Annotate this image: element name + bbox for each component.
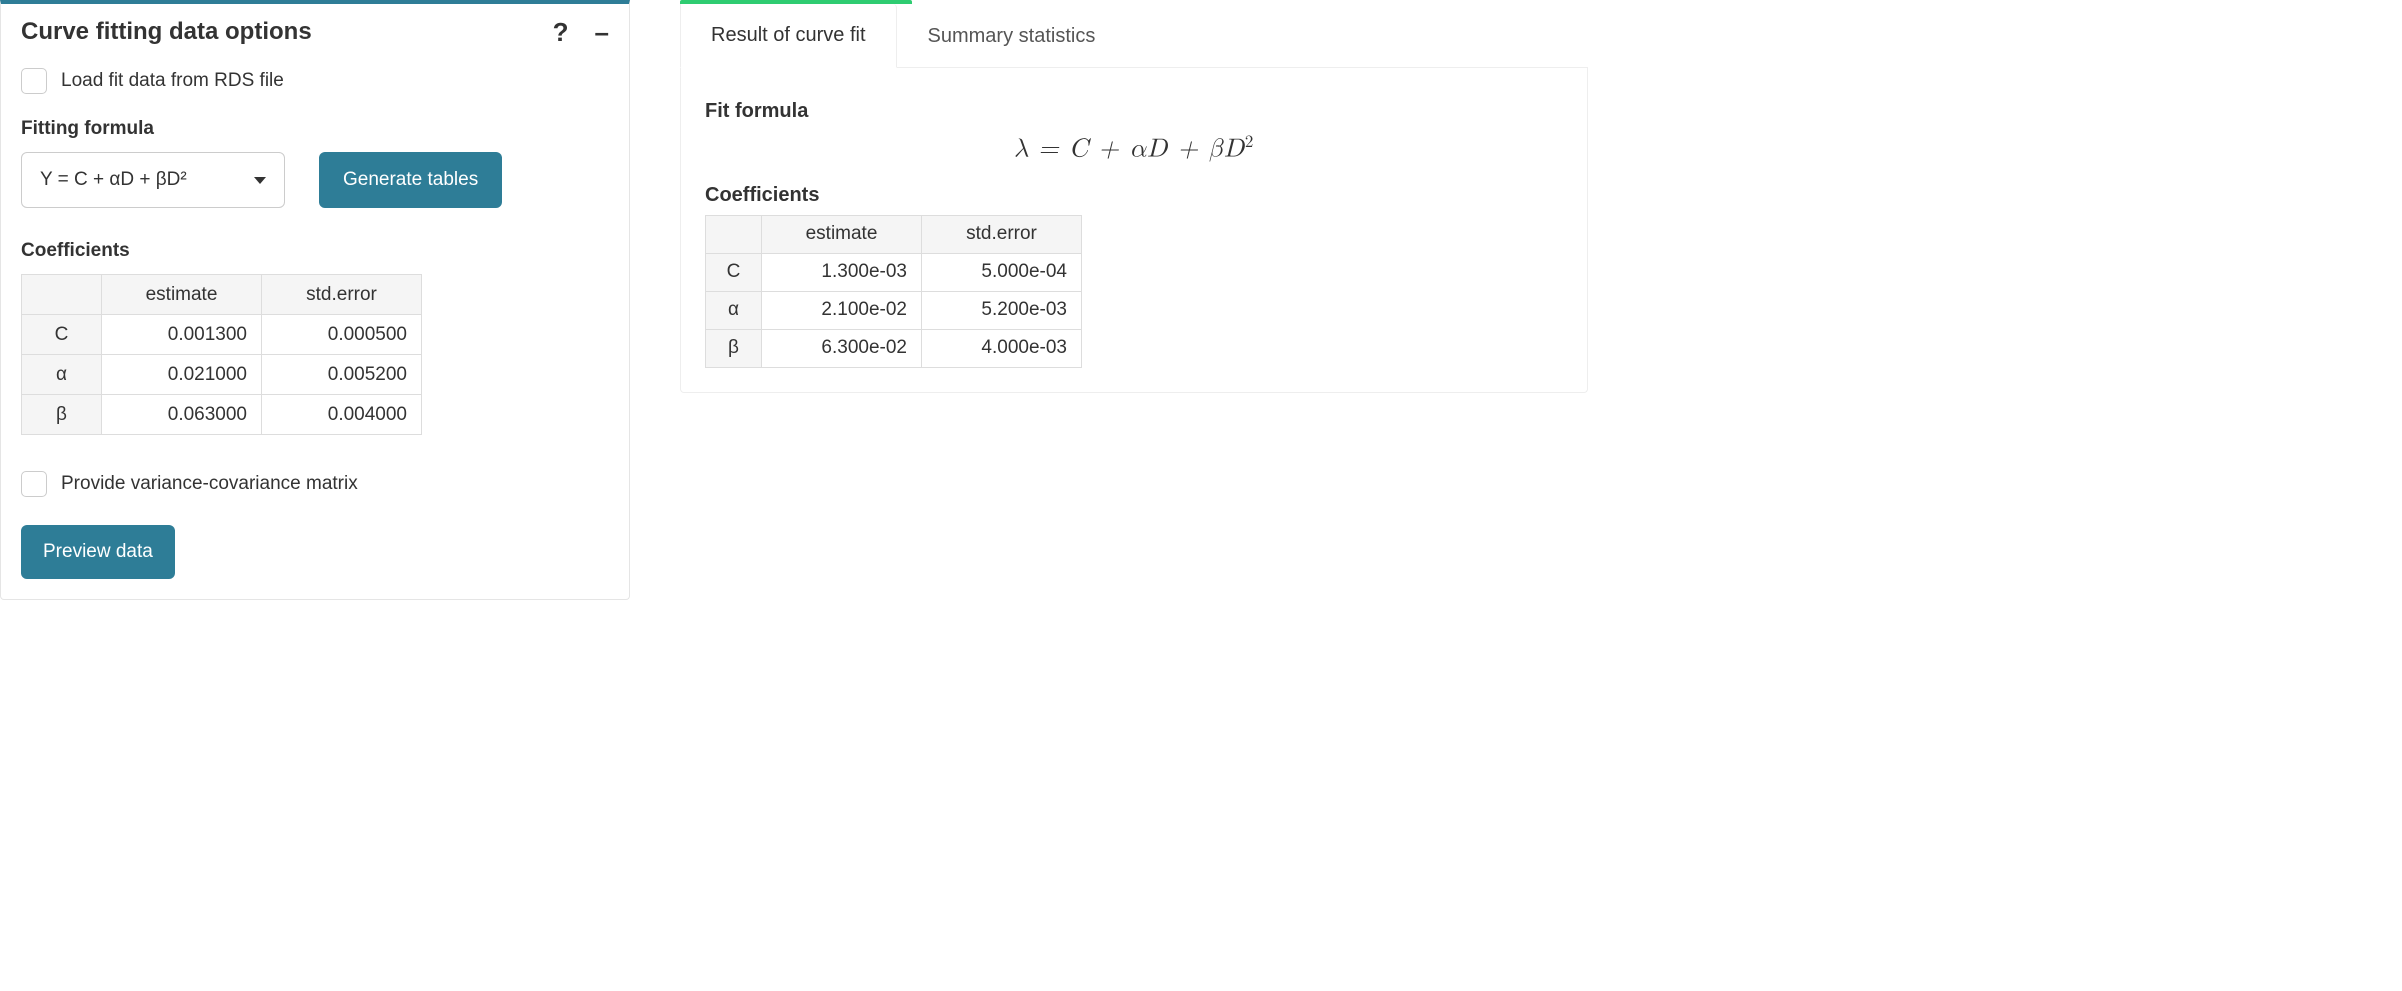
- tabs: Result of curve fit Summary statistics: [680, 4, 1588, 68]
- panel-title: Curve fitting data options: [21, 18, 553, 46]
- fit-formula-heading: Fit formula: [705, 100, 1563, 123]
- provide-varcov-checkbox[interactable]: [21, 471, 47, 497]
- col-stderr: std.error: [262, 275, 422, 315]
- table-row: C 1.300e-03 5.000e-04: [706, 253, 1082, 291]
- tab-result-of-curve-fit[interactable]: Result of curve fit: [680, 4, 897, 68]
- chevron-down-icon: [254, 177, 266, 184]
- col-estimate: estimate: [762, 215, 922, 253]
- fitting-formula-value: Y = C + αD + βD²: [40, 169, 240, 191]
- fitting-formula-select[interactable]: Y = C + αD + βD²: [21, 152, 285, 208]
- coefficients-label-right: Coefficients: [705, 184, 1563, 207]
- table-row: α 0.021000 0.005200: [22, 355, 422, 395]
- load-from-rds-label: Load fit data from RDS file: [61, 70, 284, 92]
- load-from-rds-checkbox[interactable]: [21, 68, 47, 94]
- coefficients-label-left: Coefficients: [21, 240, 609, 262]
- table-row: β 6.300e-02 4.000e-03: [706, 329, 1082, 367]
- curve-fitting-options-panel: Curve fitting data options ? – Load fit …: [0, 0, 630, 600]
- table-row: β 0.063000 0.004000: [22, 395, 422, 435]
- table-corner: [706, 215, 762, 253]
- collapse-icon[interactable]: –: [595, 19, 609, 45]
- load-from-rds-row[interactable]: Load fit data from RDS file: [21, 68, 609, 94]
- fit-formula-display: λ = C + αD + βD2: [705, 133, 1563, 166]
- coefficients-table-left: estimate std.error C 0.001300 0.000500 α…: [21, 274, 422, 435]
- provide-varcov-label: Provide variance-covariance matrix: [61, 473, 358, 495]
- table-corner: [22, 275, 102, 315]
- preview-data-button[interactable]: Preview data: [21, 525, 175, 579]
- table-row: α 2.100e-02 5.200e-03: [706, 291, 1082, 329]
- tab-summary-statistics[interactable]: Summary statistics: [897, 4, 1127, 67]
- generate-tables-button[interactable]: Generate tables: [319, 152, 502, 208]
- coefficients-table-right: estimate std.error C 1.300e-03 5.000e-04…: [705, 215, 1082, 368]
- provide-varcov-row[interactable]: Provide variance-covariance matrix: [21, 471, 609, 497]
- fitting-formula-label: Fitting formula: [21, 118, 609, 140]
- col-estimate: estimate: [102, 275, 262, 315]
- table-row: C 0.001300 0.000500: [22, 315, 422, 355]
- col-stderr: std.error: [922, 215, 1082, 253]
- results-panel: Result of curve fit Summary statistics F…: [680, 0, 1588, 393]
- help-icon[interactable]: ?: [553, 19, 569, 45]
